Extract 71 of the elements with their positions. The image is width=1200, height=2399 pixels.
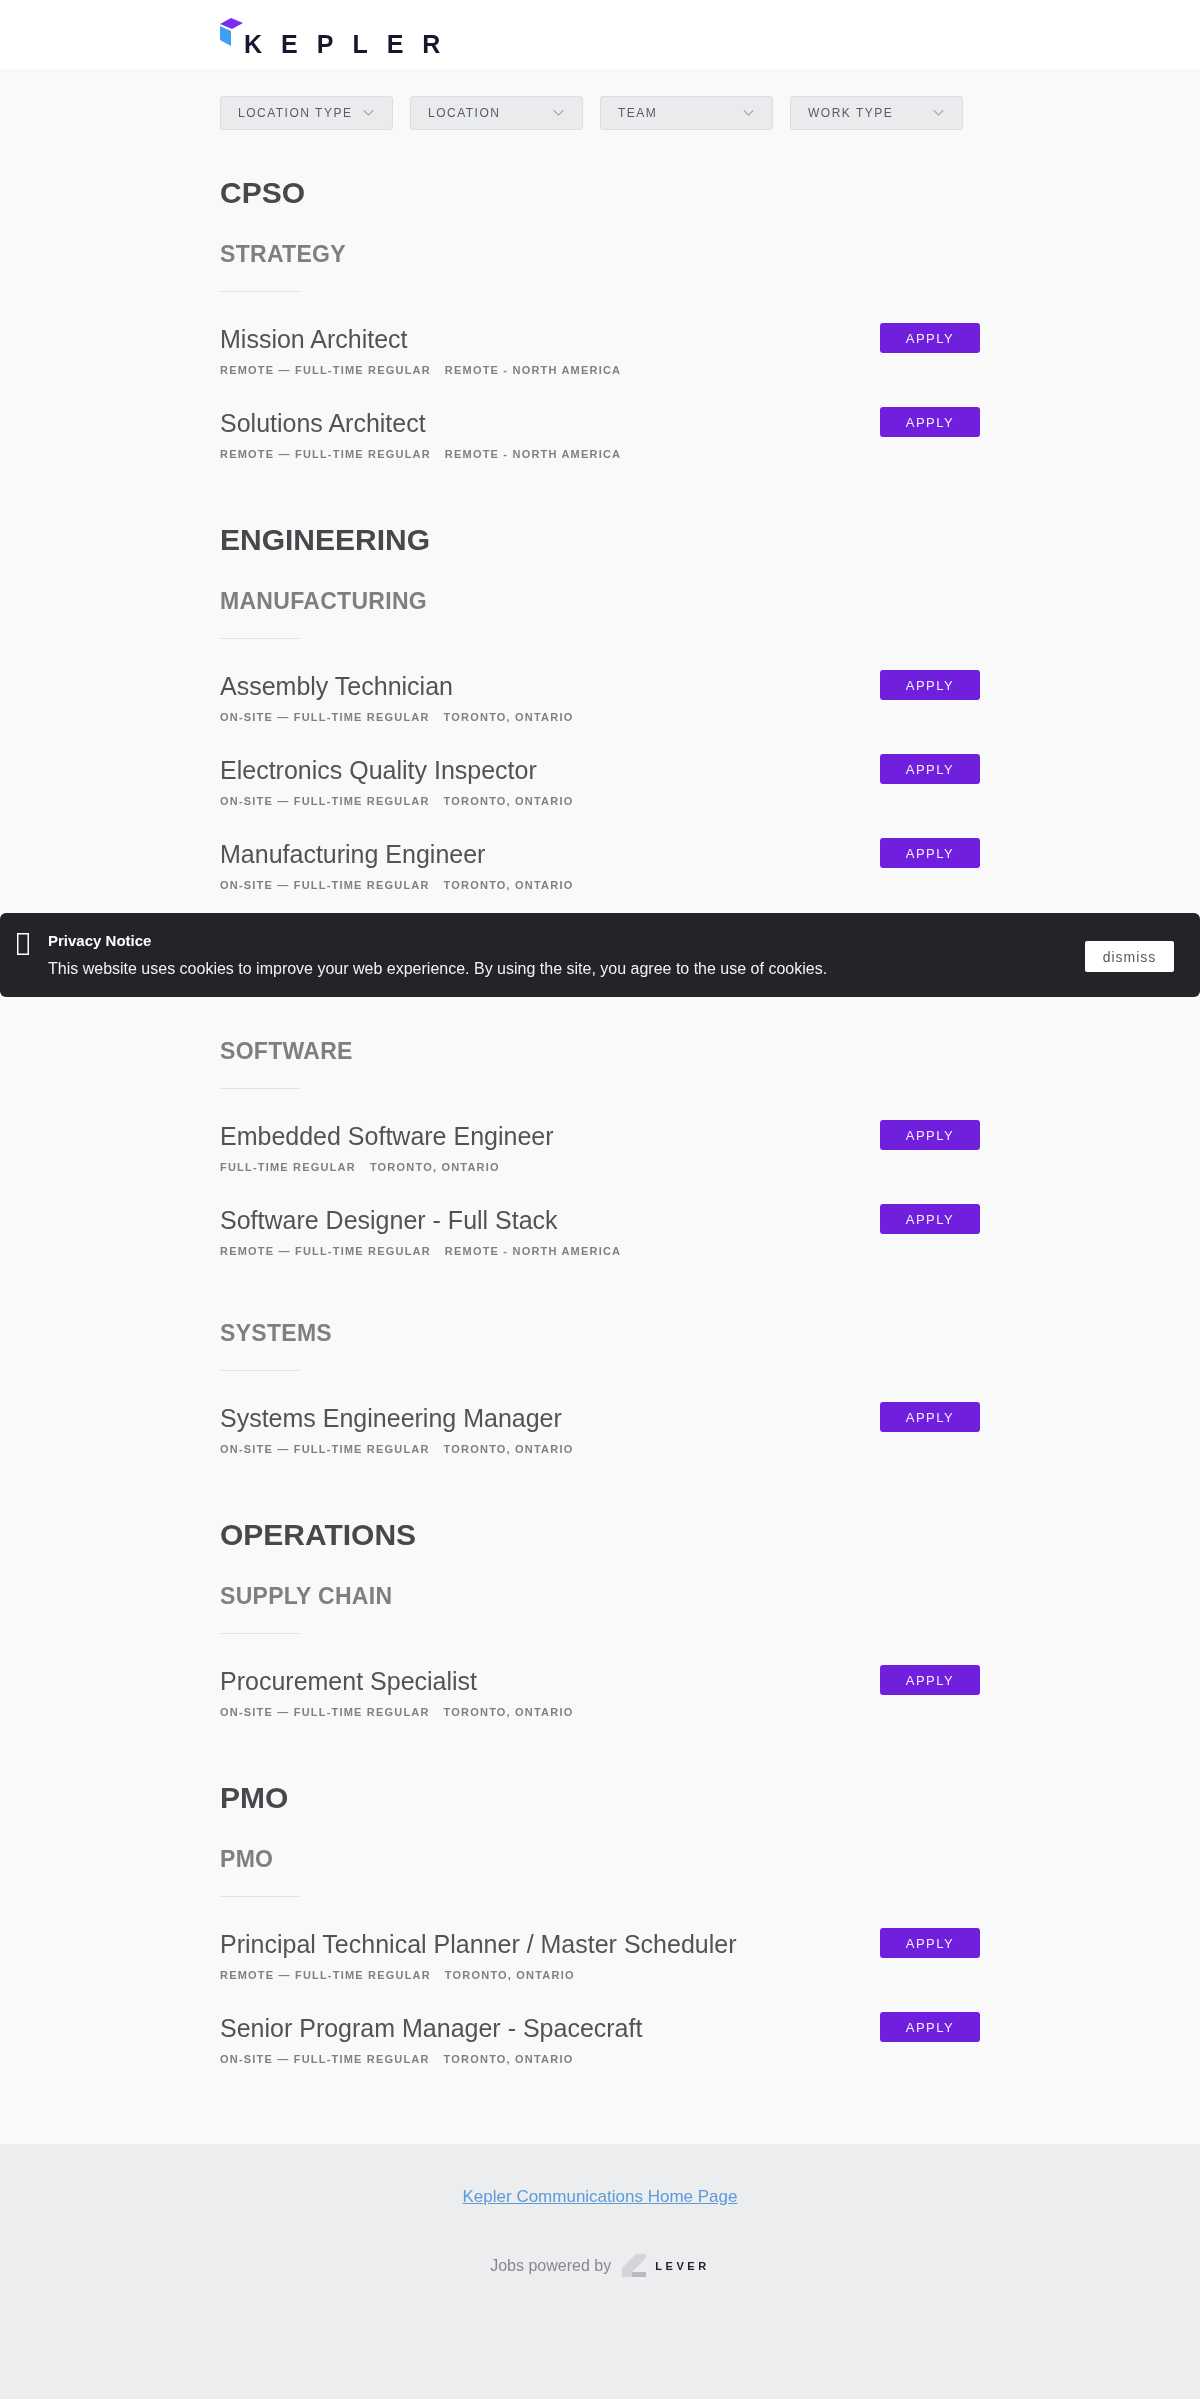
job-location: TORONTO, ONTARIO [443,1705,574,1720]
filter-dropdown[interactable]: TEAM [600,96,773,130]
chevron-down-icon [933,110,944,116]
notice-message: This website uses cookies to improve your web experience. By using the site, you agree to the use of cookies. [48,959,828,979]
chevron-down-icon [743,110,754,116]
filter-dropdown[interactable]: WORK TYPE [790,96,963,130]
job-location: TORONTO, ONTARIO [443,794,574,809]
job-commitment: ON-SITE — FULL-TIME REGULAR [220,878,430,893]
job-commitment: REMOTE — FULL-TIME REGULAR [220,1244,431,1259]
apply-button[interactable]: APPLY [880,1928,980,1958]
job-title-link[interactable]: Principal Technical Planner / Master Scheduler [220,1929,737,1959]
apply-button[interactable]: APPLY [880,323,980,353]
apply-button[interactable]: APPLY [880,1402,980,1432]
apply-button[interactable]: APPLY [880,838,980,868]
job-title-link[interactable]: Software Designer - Full Stack [220,1205,558,1235]
job-title-link[interactable]: Embedded Software Engineer [220,1121,554,1151]
job-location: REMOTE - NORTH AMERICA [444,363,622,378]
apply-button[interactable]: APPLY [880,407,980,437]
team-heading: MANUFACTURING [220,587,428,615]
job-location: REMOTE - NORTH AMERICA [444,447,622,462]
job-title-link[interactable]: Senior Program Manager - Spacecraft [220,2013,643,2043]
team-heading: SOFTWARE [220,1037,353,1065]
logo-mark-icon[interactable] [622,2254,647,2277]
filter-dropdown[interactable]: LOCATION TYPE [220,96,393,130]
job-commitment: REMOTE — FULL-TIME REGULAR [220,1968,431,1983]
job-commitment: REMOTE — FULL-TIME REGULAR [220,363,431,378]
apply-button[interactable]: APPLY [880,1204,980,1234]
apply-button[interactable]: APPLY [880,2012,980,2042]
notice-title: Privacy Notice [48,931,152,951]
job-commitment: FULL-TIME REGULAR [220,1160,356,1175]
department-heading: PMO [220,1780,289,1816]
department-heading: ENGINEERING [220,522,431,558]
job-title-link[interactable]: Assembly Technician [220,671,453,701]
chevron-down-icon [363,110,374,116]
apply-button[interactable]: APPLY [880,670,980,700]
department-heading: OPERATIONS [220,1517,417,1553]
chevron-down-icon [553,110,564,116]
job-location: REMOTE - NORTH AMERICA [444,1244,622,1259]
team-heading: PMO [220,1845,274,1873]
job-commitment: ON-SITE — FULL-TIME REGULAR [220,794,430,809]
job-title-link[interactable]: Procurement Specialist [220,1666,478,1696]
cube-logo-icon [220,18,244,46]
team-heading: SYSTEMS [220,1319,332,1347]
job-location: TORONTO, ONTARIO [443,1442,574,1457]
job-location: TORONTO, ONTARIO [443,2052,574,2067]
dismiss-button[interactable]: dismiss [1085,941,1174,972]
apply-button[interactable]: APPLY [880,754,980,784]
team-heading: SUPPLY CHAIN [220,1582,393,1610]
logo-text[interactable]: LEVER [655,2258,710,2273]
job-commitment: ON-SITE — FULL-TIME REGULAR [220,1442,430,1457]
apply-button[interactable]: APPLY [880,1665,980,1695]
box-outline-icon [17,933,29,955]
apply-button[interactable]: APPLY [880,1120,980,1150]
job-location: TORONTO, ONTARIO [443,710,574,725]
job-commitment: ON-SITE — FULL-TIME REGULAR [220,710,430,725]
job-title-link[interactable]: Systems Engineering Manager [220,1403,562,1433]
job-commitment: ON-SITE — FULL-TIME REGULAR [220,1705,430,1720]
logo-text: KEPLER [244,32,460,57]
job-location: TORONTO, ONTARIO [369,1160,500,1175]
job-title-link[interactable]: Manufacturing Engineer [220,839,486,869]
job-location: TORONTO, ONTARIO [443,878,574,893]
filter-dropdown[interactable]: LOCATION [410,96,583,130]
job-commitment: REMOTE — FULL-TIME REGULAR [220,447,431,462]
job-commitment: ON-SITE — FULL-TIME REGULAR [220,2052,430,2067]
job-title-link[interactable]: Electronics Quality Inspector [220,755,537,785]
job-title-link[interactable]: Solutions Architect [220,408,426,438]
job-title-link[interactable]: Mission Architect [220,324,408,354]
team-heading: STRATEGY [220,240,346,268]
powered-by-text: Jobs powered by [490,2255,612,2276]
job-location: TORONTO, ONTARIO [444,1968,575,1983]
department-heading: CPSO [220,175,306,211]
